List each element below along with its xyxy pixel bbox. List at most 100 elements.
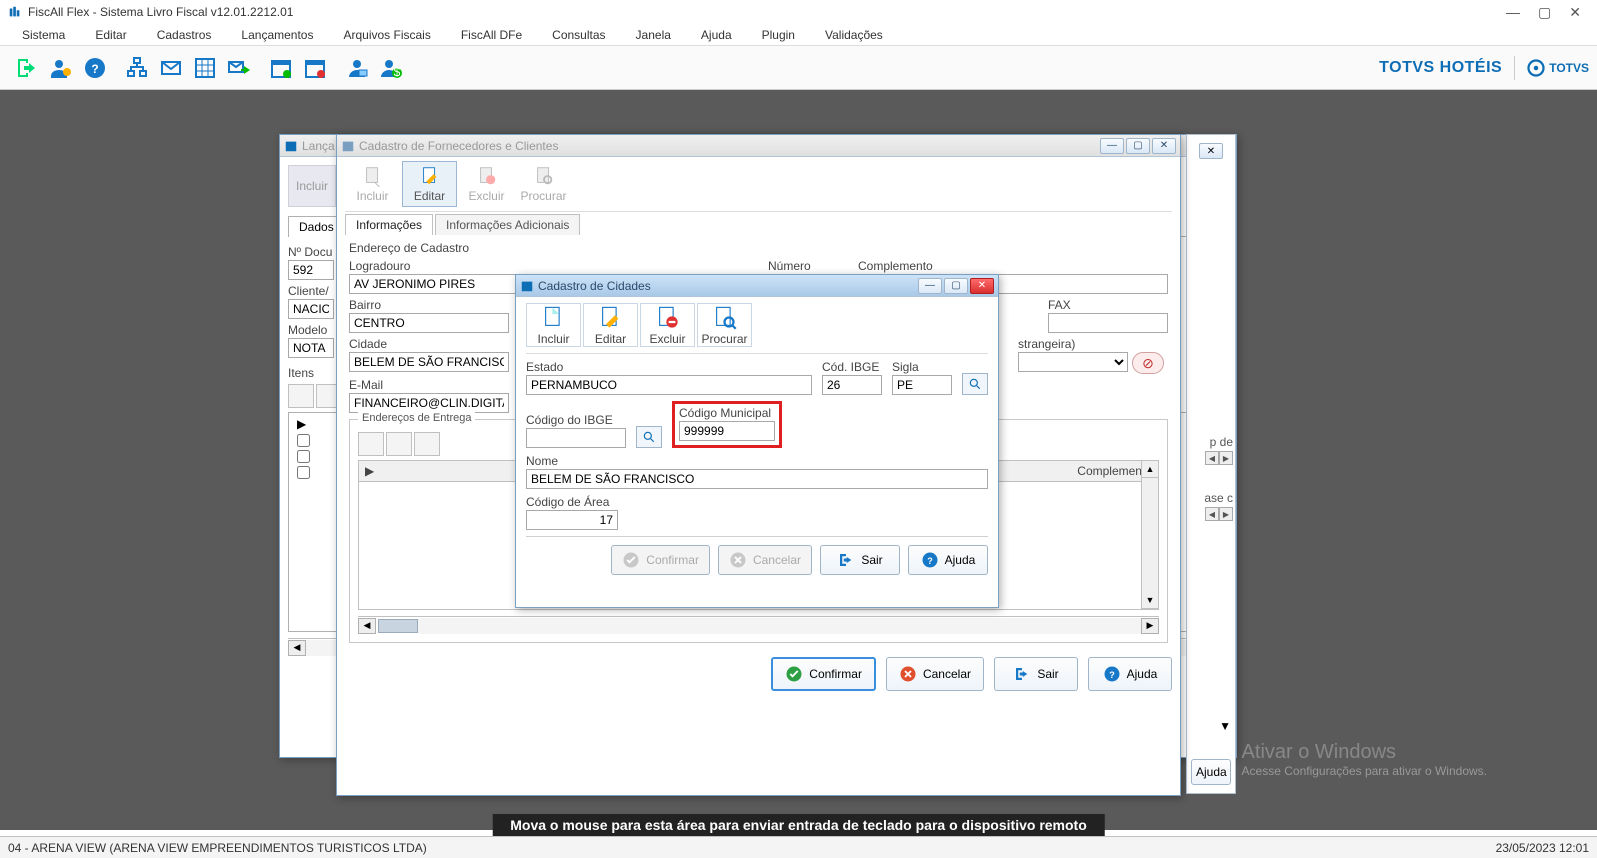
- estado-input[interactable]: [526, 375, 812, 395]
- estado-search-icon[interactable]: [962, 373, 988, 395]
- window-right-panel: ✕ p de ◀ ▶ ase c ◀ ▶ ▼ Ajuda: [1186, 134, 1236, 794]
- codigo-area-input[interactable]: [526, 510, 618, 530]
- ibge-search-icon[interactable]: [636, 426, 662, 448]
- tb-calendar-alert-icon[interactable]: [299, 52, 331, 84]
- right-ajuda-button[interactable]: Ajuda: [1191, 759, 1231, 785]
- cod-ibge-input[interactable]: [822, 375, 882, 395]
- menu-cadastros[interactable]: Cadastros: [143, 26, 226, 44]
- scroll-up-icon[interactable]: ▲: [1142, 461, 1158, 478]
- cid-ajuda-button[interactable]: ? Ajuda: [908, 545, 988, 575]
- tb-mail-send-icon[interactable]: [223, 52, 255, 84]
- estrangeira-label: strangeira): [1018, 337, 1168, 351]
- entrega-btn-2[interactable]: [386, 432, 412, 456]
- forn-ajuda-button[interactable]: ? Ajuda: [1088, 657, 1172, 691]
- tb-help-icon[interactable]: ?: [79, 52, 111, 84]
- clear-pill-icon[interactable]: ⊘: [1132, 352, 1164, 374]
- codigo-municipal-highlight: Código Municipal: [672, 401, 782, 448]
- scroll-left-icon[interactable]: ◀: [1205, 451, 1219, 465]
- svg-text:?: ?: [927, 556, 933, 566]
- entrega-btn-1[interactable]: [358, 432, 384, 456]
- cid-titlebar[interactable]: Cadastro de Cidades — ▢ ✕: [516, 275, 998, 297]
- forn-tab-info-adicionais[interactable]: Informações Adicionais: [435, 214, 580, 235]
- scroll-down-icon[interactable]: ▼: [1219, 719, 1231, 733]
- sigla-input[interactable]: [892, 375, 952, 395]
- menu-plugin[interactable]: Plugin: [748, 26, 809, 44]
- tb-exit-icon[interactable]: [11, 52, 43, 84]
- scroll-right-icon[interactable]: ▶: [1141, 618, 1159, 634]
- nome-input[interactable]: [526, 469, 988, 489]
- itens-check-2[interactable]: [297, 450, 310, 463]
- scroll-left-icon[interactable]: ◀: [358, 618, 376, 634]
- forn-minimize-icon[interactable]: —: [1100, 138, 1124, 154]
- menu-sistema[interactable]: Sistema: [8, 26, 79, 44]
- tb-mail-icon[interactable]: [155, 52, 187, 84]
- lanc-incluir-button[interactable]: Incluir: [288, 165, 336, 207]
- forn-sair-button[interactable]: Sair: [994, 657, 1078, 691]
- cid-maximize-icon[interactable]: ▢: [944, 278, 968, 294]
- forn-close-icon[interactable]: ✕: [1152, 138, 1176, 154]
- maximize-button[interactable]: ▢: [1538, 4, 1551, 21]
- desc-hscroll[interactable]: ◀ ▶: [358, 616, 1159, 634]
- menu-editar[interactable]: Editar: [81, 26, 140, 44]
- fax-input[interactable]: [1048, 313, 1168, 333]
- scroll-right-icon[interactable]: ▶: [1219, 451, 1233, 465]
- cid-sair-button[interactable]: Sair: [820, 545, 900, 575]
- tb-user-icon[interactable]: [45, 52, 77, 84]
- tb-org-icon[interactable]: [121, 52, 153, 84]
- menu-lancamentos[interactable]: Lançamentos: [227, 26, 327, 44]
- cidade-input[interactable]: [349, 352, 509, 372]
- menu-consultas[interactable]: Consultas: [538, 26, 619, 44]
- forn-title: Cadastro de Fornecedores e Clientes: [359, 139, 1096, 153]
- scroll-right-icon[interactable]: ▶: [1219, 507, 1233, 521]
- close-button[interactable]: ✕: [1569, 4, 1581, 21]
- itens-check-3[interactable]: [297, 466, 310, 479]
- cliente-input[interactable]: [288, 299, 334, 319]
- row-marker-icon: ▶: [297, 417, 310, 431]
- scroll-left-icon[interactable]: ◀: [1205, 507, 1219, 521]
- modelo-input[interactable]: [288, 338, 334, 358]
- menu-janela[interactable]: Janela: [622, 26, 685, 44]
- bairro-input[interactable]: [349, 313, 509, 333]
- forn-titlebar[interactable]: Cadastro de Fornecedores e Clientes — ▢ …: [337, 135, 1180, 157]
- forn-excluir-button[interactable]: Excluir: [459, 161, 514, 207]
- logradouro-label: Logradouro: [349, 259, 758, 273]
- forn-tab-informacoes[interactable]: Informações: [345, 214, 433, 235]
- branding-hoteis: TOTVS HOTÉIS: [1379, 59, 1502, 77]
- forn-incluir-button[interactable]: Incluir: [345, 161, 400, 207]
- cid-excluir-button[interactable]: Excluir: [640, 303, 695, 347]
- tb-person-money-icon[interactable]: $: [375, 52, 407, 84]
- menu-arquivos-fiscais[interactable]: Arquivos Fiscais: [329, 26, 444, 44]
- cid-procurar-button[interactable]: Procurar: [697, 303, 752, 347]
- estrangeira-select[interactable]: [1018, 352, 1128, 372]
- menu-ajuda[interactable]: Ajuda: [687, 26, 746, 44]
- forn-editar-button[interactable]: Editar: [402, 161, 457, 207]
- scroll-down-icon[interactable]: ▼: [1142, 592, 1158, 609]
- minimize-button[interactable]: —: [1506, 4, 1520, 21]
- email-input[interactable]: [349, 393, 509, 413]
- n-docu-input[interactable]: [288, 260, 334, 280]
- tb-grid-icon[interactable]: [189, 52, 221, 84]
- forn-cancelar-button[interactable]: Cancelar: [886, 657, 984, 691]
- cid-close-icon[interactable]: ✕: [970, 278, 994, 294]
- scroll-left-icon[interactable]: ◀: [288, 640, 306, 656]
- cid-minimize-icon[interactable]: —: [918, 278, 942, 294]
- tb-person1-icon[interactable]: [341, 52, 373, 84]
- right-close-icon[interactable]: ✕: [1199, 143, 1223, 159]
- itens-btn-1[interactable]: [288, 384, 314, 408]
- itens-check-1[interactable]: [297, 434, 310, 447]
- forn-maximize-icon[interactable]: ▢: [1126, 138, 1150, 154]
- codigo-ibge-input[interactable]: [526, 428, 626, 448]
- cid-editar-button[interactable]: Editar: [583, 303, 638, 347]
- codigo-municipal-input[interactable]: [679, 421, 775, 441]
- cid-incluir-button[interactable]: Incluir: [526, 303, 581, 347]
- tb-calendar-icon[interactable]: [265, 52, 297, 84]
- itens-label: Itens: [288, 366, 314, 380]
- forn-procurar-button[interactable]: Procurar: [516, 161, 571, 207]
- building-icon: [341, 139, 355, 153]
- main-toolbar: ? $ TOTVS HOTÉIS TOTVS: [0, 46, 1597, 90]
- menu-fiscall-dfe[interactable]: FiscAll DFe: [447, 26, 536, 44]
- entrega-btn-3[interactable]: [414, 432, 440, 456]
- sigla-label: Sigla: [892, 360, 952, 374]
- forn-confirmar-button[interactable]: Confirmar: [771, 657, 876, 691]
- menu-validacoes[interactable]: Validações: [811, 26, 897, 44]
